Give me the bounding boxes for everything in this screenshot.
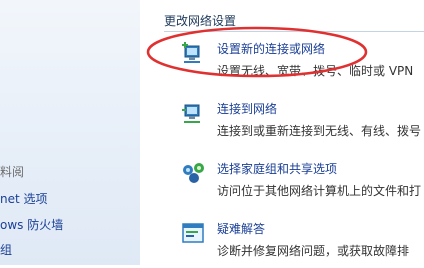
task-title[interactable]: 选择家庭组和共享选项 [217, 160, 337, 177]
task-description: 访问位于其他网络计算机上的文件和打 [217, 184, 422, 198]
task-title[interactable]: 疑难解答 [217, 220, 265, 237]
troubleshoot-icon [182, 223, 204, 243]
task-description: 设置无线、宽带、拨号、临时或 VPN [217, 64, 414, 78]
link-homegroup[interactable]: 组 [0, 241, 12, 258]
section-divider [164, 31, 424, 32]
task-troubleshoot[interactable]: 疑难解答 诊断并修复网络问题，或获取故障排 [180, 220, 424, 268]
network-setup-icon [182, 42, 200, 63]
task-setup-connection[interactable]: 设置新的连接或网络 设置无线、宽带、拨号、临时或 VPN [180, 40, 424, 88]
homegroup-icon [183, 163, 204, 183]
see-also-label: 料阅 [0, 165, 25, 179]
task-description: 诊断并修复网络问题，或获取故障排 [217, 244, 410, 258]
main-content: 更改网络设置 设置新的连接或网络 设置无线、宽带、拨号、临时或 VPN 连接到网… [140, 0, 424, 265]
task-title[interactable]: 设置新的连接或网络 [217, 40, 325, 57]
task-description: 连接到或重新连接到无线、有线、拨号 [217, 124, 422, 138]
task-connect-network[interactable]: 连接到网络 连接到或重新连接到无线、有线、拨号 [180, 100, 424, 148]
left-navigation-pane: 料阅 net 选项 ows 防火墙 组 [0, 0, 140, 265]
section-title: 更改网络设置 [164, 14, 237, 28]
task-homegroup[interactable]: 选择家庭组和共享选项 访问位于其他网络计算机上的文件和打 [180, 160, 424, 208]
task-title[interactable]: 连接到网络 [217, 100, 277, 117]
connect-network-icon [182, 104, 200, 123]
link-windows-firewall[interactable]: ows 防火墙 [0, 216, 63, 233]
link-internet-options[interactable]: net 选项 [0, 190, 48, 207]
